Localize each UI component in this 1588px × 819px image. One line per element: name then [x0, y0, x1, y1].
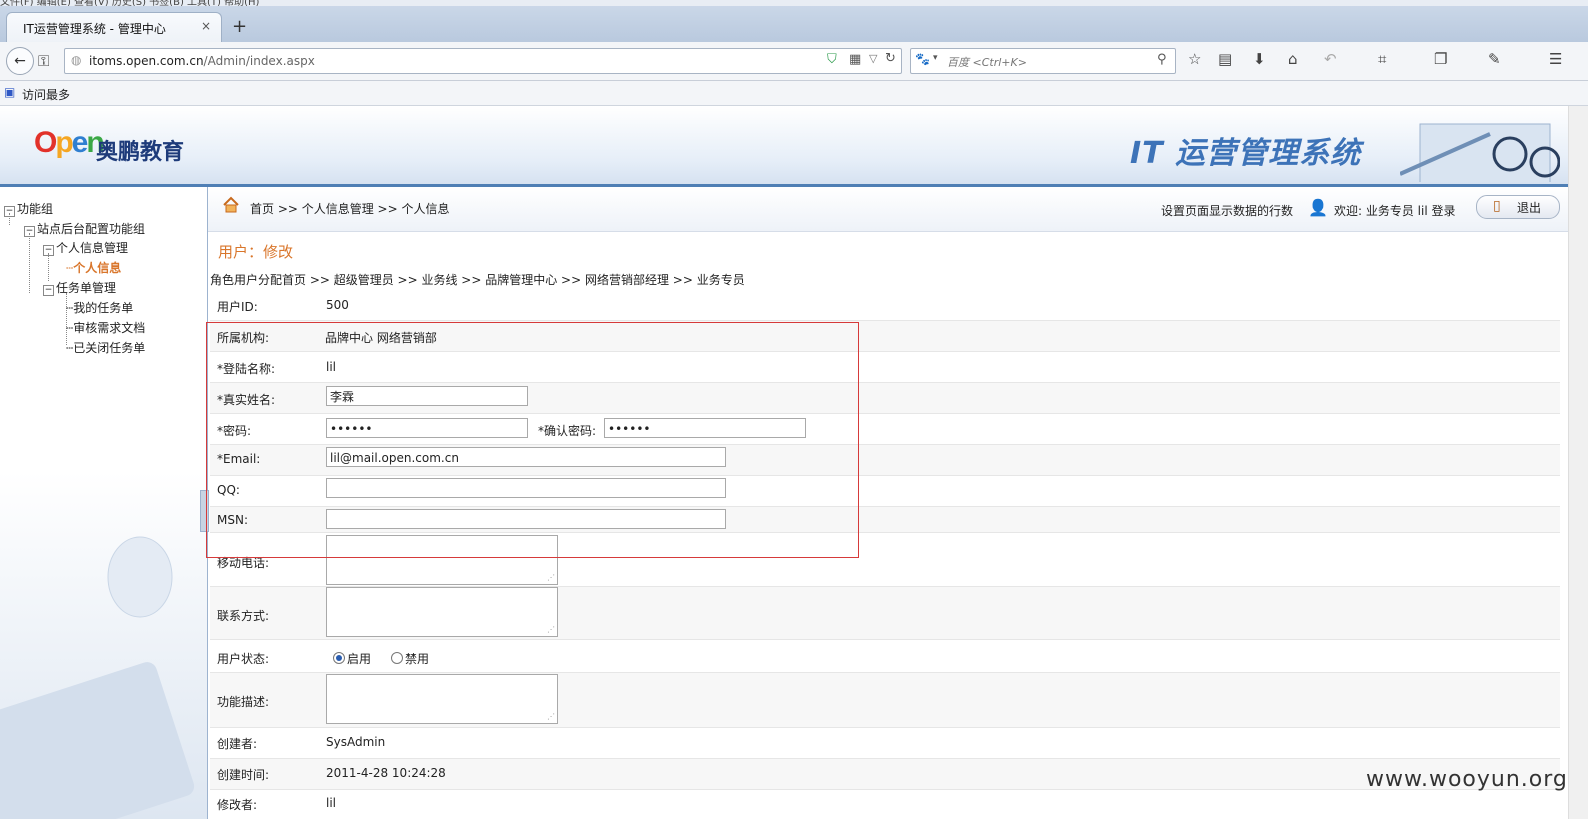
qrcode-icon[interactable]: ▦: [849, 52, 861, 67]
download-icon[interactable]: ⬇: [1253, 50, 1266, 68]
key-icon[interactable]: ⚿: [38, 52, 49, 70]
globe-icon: ◍: [71, 53, 82, 67]
menu-icon[interactable]: ☰: [1549, 50, 1562, 68]
logout-label: 退出: [1517, 201, 1542, 215]
vertical-scrollbar[interactable]: [1568, 106, 1588, 819]
tree-line: [48, 253, 49, 281]
browser-tab[interactable]: IT运营管理系统 - 管理中心 ×: [6, 12, 222, 43]
watermark: www.wooyun.org: [1366, 767, 1568, 792]
user-id-label: 用户ID:: [217, 300, 258, 314]
modifier-value: lil: [326, 796, 337, 810]
row-created: 创建时间: 2011-4-28 10:24:28: [210, 759, 1560, 790]
user-id-value: 500: [326, 298, 349, 312]
highlight-box: [206, 322, 859, 558]
star-icon[interactable]: ☆: [1188, 50, 1201, 68]
logo-text: 奥鹏教育: [96, 140, 185, 165]
radio-disabled[interactable]: [391, 652, 403, 664]
tree-item-profile-mgmt[interactable]: − 个人信息管理: [43, 239, 128, 256]
user-avatar-icon: 👤: [1308, 198, 1328, 217]
reading-list-icon[interactable]: ▤: [1218, 50, 1232, 68]
created-value: 2011-4-28 10:24:28: [326, 766, 446, 780]
home-icon[interactable]: ⌂: [1288, 50, 1298, 68]
search-placeholder: 百度 <Ctrl+K>: [947, 56, 1027, 69]
welcome-text: 欢迎: 业务专员 lil 登录: [1334, 204, 1456, 218]
resize-grip-icon[interactable]: ⋰: [547, 574, 555, 582]
bookmark-folder-icon: ▣: [4, 85, 16, 99]
back-button[interactable]: ←: [6, 47, 34, 75]
tab-title: IT运营管理系统 - 管理中心: [23, 22, 166, 36]
status-label: 用户状态:: [217, 652, 270, 666]
row-modifier: 修改者: lil: [210, 790, 1560, 819]
creator-label: 创建者:: [217, 737, 258, 751]
contact-label: 联系方式:: [217, 609, 270, 623]
creator-value: SysAdmin: [326, 735, 386, 749]
row-creator: 创建者: SysAdmin: [210, 728, 1560, 759]
tab-strip: IT运营管理系统 - 管理中心 × +: [0, 6, 1588, 43]
rows-setting-link[interactable]: 设置页面显示数据的行数: [1161, 202, 1293, 219]
row-status: 用户状态: 启用 禁用: [210, 640, 1560, 673]
back-arrow-icon: ←: [14, 53, 26, 69]
dropdown-icon[interactable]: ▽: [869, 52, 877, 65]
engine-dropdown-icon[interactable]: ▾: [933, 53, 938, 63]
site-header: Open 奥鹏教育 IT 运营管理系统: [0, 106, 1568, 187]
breadcrumb[interactable]: 首页 >> 个人信息管理 >> 个人信息: [250, 200, 449, 217]
notebook-glasses-decoration: [1400, 123, 1560, 182]
role-path[interactable]: 角色用户分配首页 >> 超级管理员 >> 业务线 >> 品牌管理中心 >> 网络…: [210, 271, 745, 288]
desc-label: 功能描述:: [217, 695, 270, 709]
tree-item-review-docs[interactable]: ┄审核需求文档: [66, 319, 145, 336]
door-icon: ▯: [1493, 198, 1501, 214]
url-text: itoms.open.com.cn/Admin/index.aspx: [89, 54, 315, 68]
logout-button[interactable]: ▯ 退出: [1476, 195, 1560, 219]
search-icon[interactable]: ⚲: [1157, 52, 1167, 67]
modifier-label: 修改者:: [217, 798, 258, 812]
bookmark-most-visited[interactable]: 访问最多: [22, 86, 70, 103]
search-bar[interactable]: 🐾 ▾ 百度 <Ctrl+K> ⚲: [910, 48, 1176, 74]
baidu-paw-icon[interactable]: 🐾: [915, 52, 930, 66]
addon-icon[interactable]: ✎: [1488, 50, 1501, 68]
status-disabled-option[interactable]: 禁用: [391, 650, 429, 667]
tree-item-profile[interactable]: ┄个人信息: [66, 259, 121, 276]
row-contact: 联系方式: ⋰: [210, 587, 1560, 640]
status-disabled-label: 禁用: [405, 652, 430, 666]
window-icon[interactable]: ❐: [1434, 50, 1447, 68]
bookmarks-bar: ▣ 访问最多: [0, 81, 1588, 106]
address-bar[interactable]: ◍ itoms.open.com.cn/Admin/index.aspx ⛉ ▦…: [64, 48, 902, 74]
contact-textarea[interactable]: ⋰: [326, 587, 558, 637]
created-label: 创建时间:: [217, 768, 270, 782]
collapse-icon[interactable]: −: [43, 285, 54, 296]
status-enabled-label: 启用: [347, 652, 372, 666]
desc-textarea[interactable]: ⋰: [326, 674, 558, 724]
page-title: 用户：修改: [218, 243, 294, 261]
tree-root[interactable]: − 功能组: [4, 200, 53, 217]
new-tab-button[interactable]: +: [232, 16, 247, 37]
reload-icon[interactable]: ↻: [885, 51, 896, 66]
content-topbar: 首页 >> 个人信息管理 >> 个人信息 设置页面显示数据的行数 👤 欢迎: 业…: [208, 187, 1568, 232]
tab-close-icon[interactable]: ×: [201, 19, 211, 33]
keyboard-mouse-decoration: [0, 536, 195, 819]
undo-icon[interactable]: ↶: [1324, 50, 1337, 68]
status-enabled-option[interactable]: 启用: [333, 650, 371, 667]
open-logo: Open: [34, 126, 105, 159]
tree-item-closed-tasks[interactable]: ┄已关闭任务单: [66, 339, 145, 356]
url-path: /Admin/index.aspx: [203, 54, 315, 68]
resize-grip-icon[interactable]: ⋰: [547, 626, 555, 634]
tree-line: [9, 213, 10, 225]
crop-icon[interactable]: ⌗: [1378, 50, 1386, 68]
resize-grip-icon[interactable]: ⋰: [547, 713, 555, 721]
sidebar: − 功能组 − 站点后台配置功能组 − 个人信息管理 ┄个人信息 − 任务单管理 ┄我的…: [0, 187, 208, 819]
tree-item-my-tasks[interactable]: ┄我的任务单: [66, 299, 133, 316]
url-host: itoms.open.com.cn: [89, 54, 204, 68]
tree-line: [29, 233, 30, 293]
row-user-id: 用户ID: 500: [210, 290, 1560, 321]
radio-enabled[interactable]: [333, 652, 345, 664]
home-icon[interactable]: [222, 196, 240, 214]
system-title: IT 运营管理系统: [1130, 136, 1362, 171]
tree-item-task-mgmt[interactable]: − 任务单管理: [43, 279, 116, 296]
row-desc: 功能描述: ⋰: [210, 673, 1560, 728]
tree-group[interactable]: − 站点后台配置功能组: [24, 220, 145, 237]
shield-icon[interactable]: ⛉: [827, 52, 837, 67]
